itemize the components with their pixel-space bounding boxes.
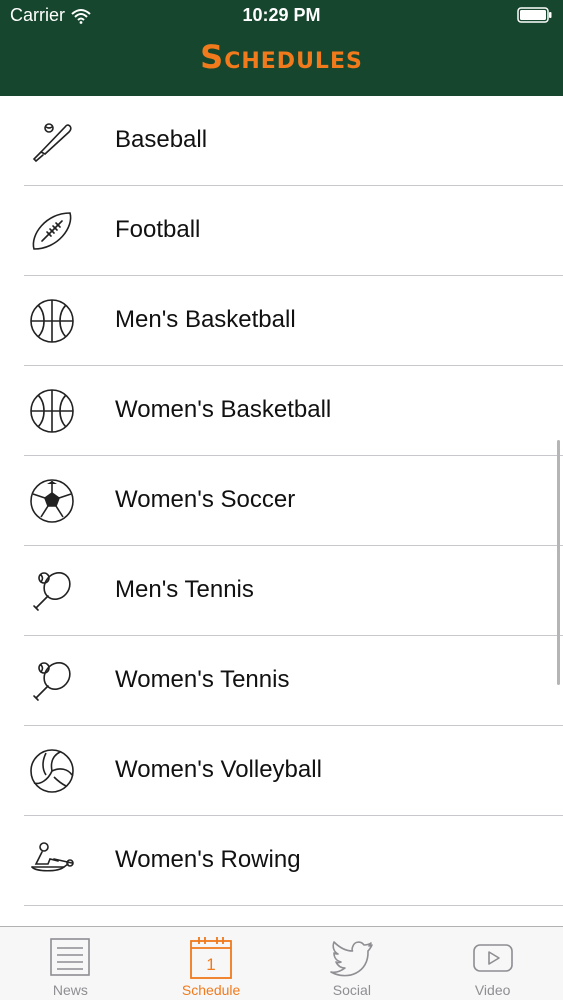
play-video-icon — [470, 935, 516, 981]
list-item-partial[interactable] — [24, 906, 563, 926]
list-item-label: Women's Tennis — [115, 666, 290, 693]
list-item-label: Baseball — [115, 126, 208, 153]
status-bar: Carrier 10:29 PM — [0, 0, 563, 32]
tab-label: Video — [474, 982, 511, 998]
list-item-label: Women's Basketball — [115, 396, 332, 423]
list-item-womens-basketball[interactable]: Women's Basketball — [24, 366, 563, 456]
sports-list[interactable]: Baseball Football Men's Basketball Women… — [0, 96, 563, 926]
tab-bar: News 1 Schedule Social Video — [0, 926, 563, 1000]
tennis-racket-icon — [28, 567, 76, 615]
calendar-badge-number: 1 — [206, 955, 215, 974]
tab-schedule[interactable]: 1 Schedule — [141, 927, 282, 1000]
calendar-icon: 1 — [188, 935, 234, 981]
status-time: 10:29 PM — [242, 5, 321, 25]
tab-social[interactable]: Social — [282, 927, 423, 1000]
news-icon — [47, 935, 93, 981]
twitter-bird-icon — [329, 935, 375, 981]
list-item-womens-tennis[interactable]: Women's Tennis — [24, 636, 563, 726]
list-item-mens-tennis[interactable]: Men's Tennis — [24, 546, 563, 636]
list-item-label: Women's Volleyball — [115, 756, 322, 783]
list-item-womens-volleyball[interactable]: Women's Volleyball — [24, 726, 563, 816]
list-item-baseball[interactable]: Baseball — [24, 96, 563, 186]
tab-label: Schedule — [181, 982, 241, 998]
baseball-bat-icon — [28, 117, 76, 165]
list-item-label: Men's Tennis — [115, 576, 254, 603]
tab-label: Social — [332, 982, 371, 998]
tab-label: News — [52, 982, 88, 998]
rowing-icon — [28, 837, 76, 885]
header-bar: Carrier 10:29 PM Schedules — [0, 0, 563, 96]
list-item-mens-basketball[interactable]: Men's Basketball — [24, 276, 563, 366]
tab-news[interactable]: News — [0, 927, 141, 1000]
soccer-ball-icon — [28, 477, 76, 525]
list-item-label: Men's Basketball — [115, 306, 296, 333]
list-item-womens-soccer[interactable]: Women's Soccer — [24, 456, 563, 546]
scroll-indicator[interactable] — [557, 440, 560, 685]
tab-video[interactable]: Video — [422, 927, 563, 1000]
list-item-label: Football — [115, 216, 201, 243]
battery-icon — [517, 7, 552, 23]
list-item-football[interactable]: Football — [24, 186, 563, 276]
list-item-label: Women's Soccer — [115, 486, 296, 513]
basketball-icon — [28, 297, 76, 345]
basketball-icon — [28, 387, 76, 435]
tennis-racket-icon — [28, 657, 76, 705]
list-item-womens-rowing[interactable]: Women's Rowing — [24, 816, 563, 906]
list-item-label: Women's Rowing — [115, 846, 301, 873]
page-title: Schedules — [200, 38, 363, 76]
volleyball-icon — [28, 747, 76, 795]
football-icon — [28, 207, 76, 255]
